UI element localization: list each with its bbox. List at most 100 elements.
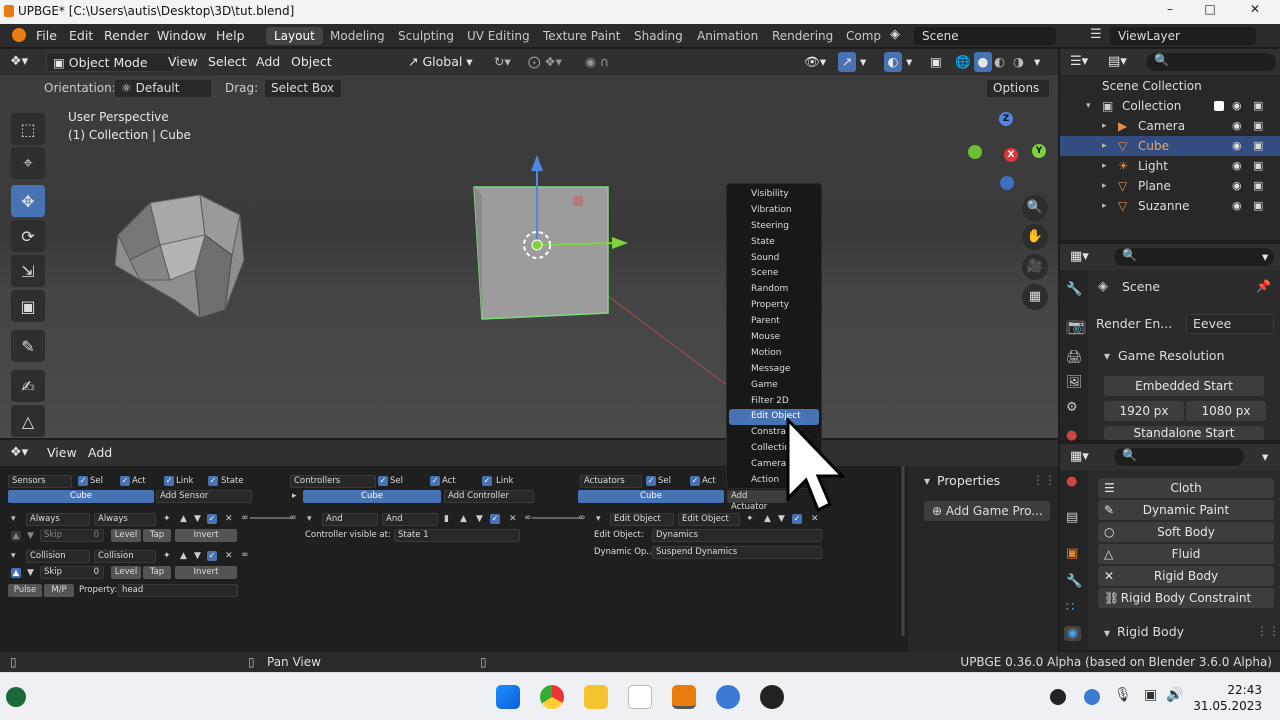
properties-editor-type-icon[interactable]: ▦▾ [1070,247,1089,267]
gizmo-y-axis[interactable]: Y [1032,144,1046,158]
menu-item-game[interactable]: Game [727,378,821,394]
scene-tab-icon[interactable]: ⚙ [1066,400,1078,415]
render-visibility-icon[interactable]: ▣ [1253,176,1263,196]
render-visibility-icon[interactable]: ▣ [1253,156,1263,176]
visibility-eye-icon[interactable]: ◉ [1232,196,1242,216]
snap-icon[interactable]: ⨀ ❖▾ [528,52,562,72]
physics-cloth-button[interactable]: ☰ Cloth [1098,478,1274,498]
network-icon[interactable]: ▣ [1144,687,1157,703]
clock-date[interactable]: 31.05.2023 [1190,699,1262,713]
obs-icon[interactable] [760,685,784,709]
modifier-tab-icon[interactable]: 🔧 [1066,574,1082,589]
outliner-editor-type-icon[interactable]: ☰▾ [1070,52,1088,72]
minimize-button[interactable]: – [1150,2,1190,16]
pan-hand-icon[interactable]: ✋ [1022,224,1048,250]
menu-item-state[interactable]: State [727,235,821,251]
menu-item-filter-2d[interactable]: Filter 2D [727,394,821,410]
notepad-icon[interactable] [628,685,652,709]
logic-editor-type-icon[interactable]: ❖▾ [10,443,28,463]
rotate-tool[interactable]: ⟳ [11,220,45,252]
gizmo-x-axis[interactable]: X [1004,148,1018,162]
gizmo-neg-z-axis[interactable] [1000,176,1014,190]
material-shading-icon[interactable]: ◐ [994,52,1005,72]
physics-dynamic-paint-button[interactable]: ✎ Dynamic Paint [1098,500,1274,520]
pivot-icon[interactable]: ↻▾ [494,52,511,72]
render-visibility-icon[interactable]: ▣ [1253,196,1263,216]
visibility-eye-icon[interactable]: ◉ [1232,176,1242,196]
menu-item-parent[interactable]: Parent [727,314,821,330]
properties-drag-icon[interactable]: ⋮⋮ [1032,473,1056,487]
scene-selector[interactable]: Scene [914,27,1056,45]
outliner-scene-collection[interactable]: Scene Collection [1060,76,1280,96]
menu-object[interactable]: Object [291,52,332,72]
widgets-icon[interactable] [6,687,26,707]
solid-shading-icon[interactable]: ● [974,52,992,72]
gizmo-toggle-icon[interactable]: ↗ [838,52,856,72]
select-box-tool[interactable]: ⬚ [11,113,45,145]
view-layer-tab-icon[interactable]: 🖼 [1066,375,1083,390]
object-tab-icon[interactable]: ▣ [1066,546,1078,561]
outliner-search-icon[interactable]: 🔍 [1146,53,1276,71]
resolution-y-field[interactable]: 1080 px [1186,401,1266,421]
editor-type-icon[interactable]: ❖▾ [10,52,28,72]
visibility-eye-icon[interactable]: ◉ [1232,136,1242,156]
blender-logo-icon[interactable] [12,28,26,42]
gizmo-dropdown-icon[interactable]: ▾ [860,52,866,72]
move-tool[interactable]: ✥ [11,185,45,217]
visibility-eye-icon[interactable]: ◉ [1232,156,1242,176]
resolution-x-field[interactable]: 1920 px [1104,401,1184,421]
proportional-edit-icon[interactable]: ◉ ∩ [585,52,609,72]
menu-item-mouse[interactable]: Mouse [727,330,821,346]
upbge-taskbar-icon[interactable] [672,685,696,709]
menu-add[interactable]: Add [256,52,280,72]
physics-soft-body-button[interactable]: ○ Soft Body [1098,522,1274,542]
outliner-row-collection[interactable]: ▾ ▣ Collection ◉ ▣ [1060,96,1280,116]
zoom-icon[interactable]: 🔍 [1022,195,1048,221]
gizmo-z-axis[interactable]: Z [999,112,1013,126]
outliner-row-cube[interactable]: ▸ ▽ Cube ◉ ▣ [1060,136,1280,156]
overlay-toggle-icon[interactable]: ◐ [884,52,902,72]
scale-tool[interactable]: ⇲ [11,255,45,287]
properties-options-icon[interactable]: ▾ [1262,247,1268,267]
tab-texture-paint[interactable]: Texture Paint [535,27,628,45]
collection-tab-icon[interactable]: ▤ [1066,510,1078,525]
file-explorer-icon[interactable] [584,685,608,709]
visibility-icon[interactable]: 👁▾ [804,52,826,72]
tab-sculpting[interactable]: Sculpting [390,27,462,45]
tab-layout[interactable]: Layout [266,27,323,45]
expand-icon[interactable]: ▸ [1102,196,1107,216]
menu-item-steering[interactable]: Steering [727,219,821,235]
measure-tool[interactable]: ✍ [11,370,45,402]
physics-editor-type-icon[interactable]: ▦▾ [1070,447,1089,467]
rigid-body-drag-icon[interactable]: ⋮⋮ [1256,624,1280,638]
rigid-body-collapse-icon[interactable]: ▾ [1104,626,1110,640]
add-game-property-button[interactable]: ⊕ Add Game Pro... [924,501,1050,521]
menu-item-motion[interactable]: Motion [727,346,821,362]
object-mode-dropdown[interactable]: ▣ Object Mode [46,52,174,72]
embedded-start-button[interactable]: Embedded Start [1104,376,1264,396]
menu-item-scene[interactable]: Scene [727,266,821,282]
clock-time[interactable]: 22:43 [1200,683,1262,697]
expand-icon[interactable]: ▾ [1086,96,1091,116]
menu-item-visibility[interactable]: Visibility [727,187,821,203]
world-tab-icon[interactable]: ● [1066,428,1077,443]
outliner-row-plane[interactable]: ▸ ▽ Plane ◉ ▣ [1060,176,1280,196]
render-visibility-icon[interactable]: ▣ [1253,136,1263,156]
physics-fluid-button[interactable]: △ Fluid [1098,544,1274,564]
properties-search-icon[interactable]: 🔍 [1114,248,1274,266]
render-tab-icon[interactable]: 📷 [1066,320,1087,335]
logic-menu-add[interactable]: Add [88,443,112,463]
game-resolution-collapse-icon[interactable]: ▾ [1104,349,1110,363]
xray-icon[interactable]: ▣ [930,52,942,72]
world-tab-icon-2[interactable]: ● [1066,474,1077,489]
expand-icon[interactable]: ▸ [1102,156,1107,176]
render-visibility-icon[interactable]: ▣ [1253,96,1263,116]
shading-dropdown-icon[interactable]: ▾ [1034,52,1040,72]
wireframe-shading-icon[interactable]: 🌐 [955,52,971,72]
visibility-eye-icon[interactable]: ◉ [1232,96,1242,116]
tray-obs-icon[interactable] [1050,689,1066,705]
tray-qbittorrent-icon[interactable] [1084,689,1100,705]
menu-item-property[interactable]: Property [727,298,821,314]
physics-tab-icon[interactable]: ◉ [1064,626,1082,641]
render-engine-dropdown[interactable]: Eevee [1186,314,1274,334]
